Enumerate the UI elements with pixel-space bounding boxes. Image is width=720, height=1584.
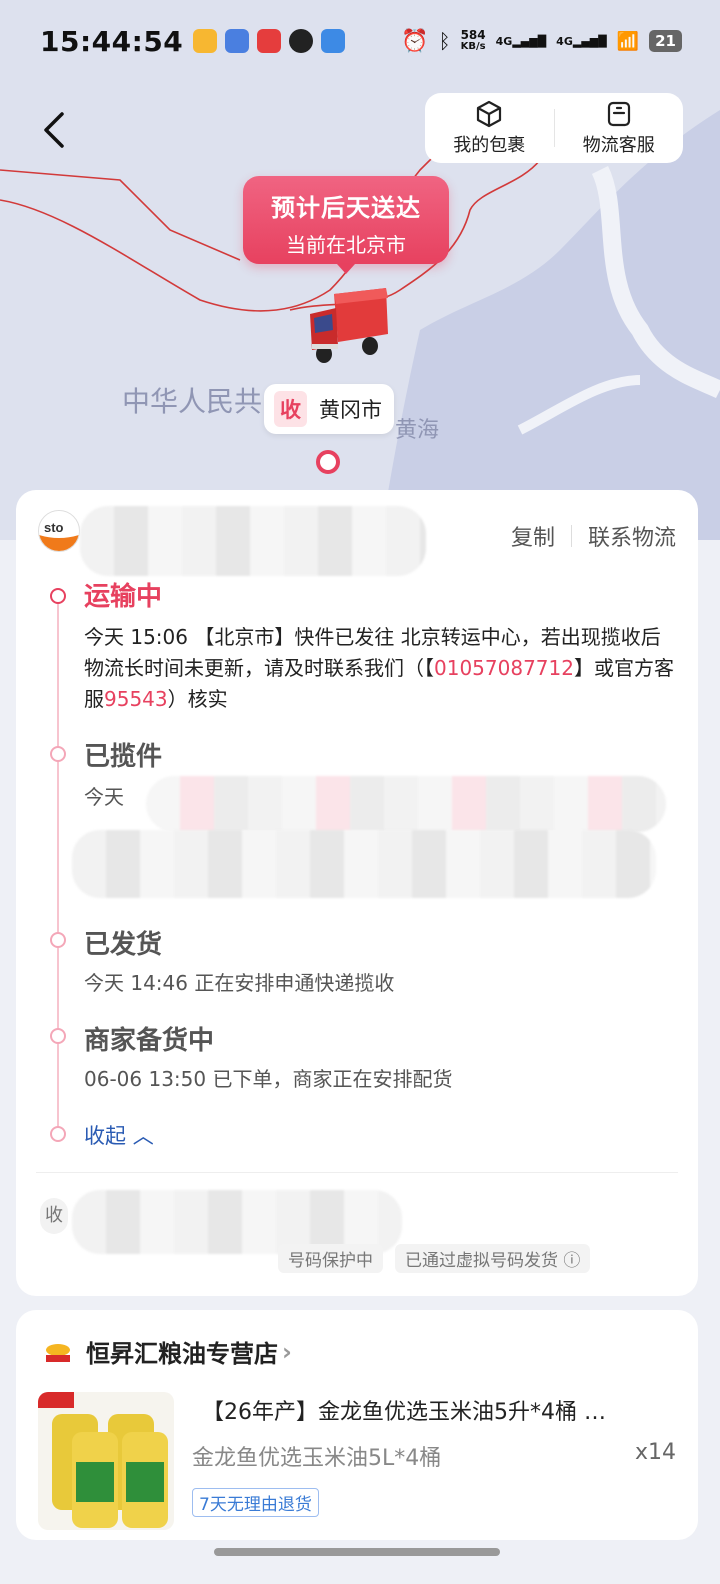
timeline-detail: 06-06 13:50 已下单，商家正在安排配货 [84,1067,453,1091]
product-quantity: x14 [634,1440,676,1465]
product-image[interactable] [38,1392,174,1530]
status-bar: 15:44:54 ⏰ ᛒ 584 KB/s 4G▂▄▆█ 4G▂▄▆█ 📶 21 [0,0,720,82]
timeline-title: 已揽件 [84,742,163,772]
signal-icon-2: 4G▂▄▆█ [556,34,607,48]
app-icon-2 [321,29,346,53]
collapse-button[interactable]: 收起 ︿ [84,1120,154,1150]
net-speed: 584 KB/s [460,28,486,52]
timeline-detail: 今天 15:06 【北京市】快件已发往 北京转运中心，若出现揽收后物流长时间未更… [84,625,674,711]
privacy-tag: 号码保护中 [278,1244,383,1273]
battery-indicator: 21 [649,30,682,52]
phone-link[interactable]: 01057087712 [434,656,574,680]
timeline-dot [50,1028,66,1044]
truck-icon [310,288,388,363]
top-actions: 我的包裹 物流客服 [425,93,683,163]
map-label-sea: 黄海 [395,418,440,443]
help-icon: ⓘ [563,1251,581,1271]
redacted-block [72,830,656,898]
eta-location: 当前在北京市 [286,233,406,257]
copy-button[interactable]: 复制 [511,520,555,552]
dest-badge: 收 [274,391,307,427]
bluetooth-icon: ᛒ [438,29,451,53]
alarm-icon: ⏰ [401,28,429,54]
map-label-country: 中华人民共 [122,385,263,418]
timeline-title: 商家备货中 [84,1026,215,1056]
shop-logo [46,1343,70,1362]
svg-text:sto: sto [44,520,64,535]
timeline-dot [50,932,66,948]
wifi-icon: 📶 [616,30,640,52]
my-packages-button[interactable]: 我的包裹 [425,93,554,163]
eta-bubble: 预计后天送达 当前在北京市 [243,176,449,274]
product-title[interactable]: 【26年产】金龙鱼优选玉米油5升*4桶 … [202,1394,672,1426]
my-packages-label: 我的包裹 [453,135,526,156]
product-sku: 金龙鱼优选玉米油5L*4桶 [192,1446,442,1471]
destination-pin-icon [316,450,340,474]
return-policy-tag: 7天无理由退货 [192,1488,319,1517]
qq-icon [289,29,314,53]
sto-logo: sto [38,510,80,552]
contact-logistics-button[interactable]: 联系物流 [588,520,676,552]
chevron-right-icon: › [282,1337,292,1366]
timeline-dot [50,588,66,604]
back-button[interactable] [36,108,76,152]
chevron-left-icon [44,112,64,148]
package-icon [477,100,502,128]
status-time: 15:44:54 [40,24,184,58]
timeline-title: 运输中 [84,582,163,612]
shop-name: 恒昇汇粮油专营店 [86,1340,278,1368]
home-indicator[interactable] [214,1548,500,1556]
chevron-up-icon: ︿ [132,1124,154,1148]
timeline-dot [50,1126,66,1142]
timeline-dot [50,746,66,762]
timeline-detail: 今天 14:46 正在安排申通快递揽收 [84,971,395,995]
order-card: 恒昇汇粮油专营店 › 【26年产】金龙鱼优选玉米油5升*4桶 … 金龙鱼优选玉米… [16,1310,698,1540]
redacted-block [146,776,666,832]
virtual-number-tag[interactable]: 已通过虚拟号码发货 ⓘ [395,1244,591,1273]
logistics-card: sto 复制 联系物流 运输中 今天 15:06 【北京市】快件已发往 北京转运… [16,490,698,1296]
hotline-link[interactable]: 95543 [104,687,168,711]
timeline-line [57,594,59,1134]
logistics-service-label: 物流客服 [582,135,655,156]
timeline-title: 已发货 [84,930,163,960]
baidu-icon [225,29,250,53]
tracking-number-redacted [80,506,426,576]
weibo-icon [193,29,218,53]
signal-icon: 4G▂▄▆█ [495,34,547,48]
receiver-badge: 收 [40,1198,68,1234]
logistics-service-button[interactable]: 物流客服 [555,93,684,163]
destination-marker: 收 黄冈市 [264,384,394,434]
app-icon [257,29,282,53]
eta-title: 预计后天送达 [271,194,421,222]
shop-link[interactable]: 恒昇汇粮油专营店 › [44,1334,292,1369]
customer-service-icon [607,101,630,127]
dest-city: 黄冈市 [319,398,382,422]
